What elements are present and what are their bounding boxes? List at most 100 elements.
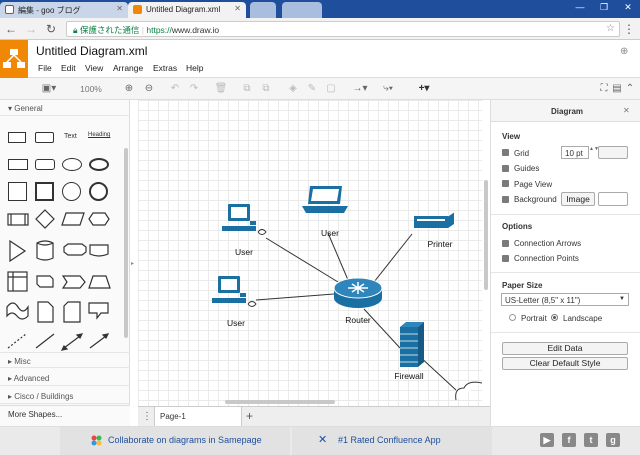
section-advanced[interactable]: ▸ Advanced xyxy=(0,370,130,386)
label-user-bottom[interactable]: User xyxy=(211,318,261,328)
browser-tab-blank[interactable] xyxy=(282,2,322,18)
section-label: General xyxy=(14,104,43,113)
page-tab[interactable]: Page-1 xyxy=(154,407,242,426)
shape-process[interactable] xyxy=(8,159,28,170)
close-panel-icon[interactable]: ✕ xyxy=(623,106,630,115)
page-view-checkbox[interactable] xyxy=(502,180,509,187)
more-shapes-button[interactable]: More Shapes... xyxy=(0,405,130,426)
grid-size-input[interactable]: 10 pt xyxy=(561,146,589,159)
youtube-icon[interactable]: ▶ xyxy=(540,433,554,447)
undo-icon[interactable]: ↶ xyxy=(168,82,182,96)
zoom-in-icon[interactable]: ⊕ xyxy=(122,82,136,96)
label-user-top[interactable]: User xyxy=(305,228,355,238)
shape-rectangle[interactable] xyxy=(8,132,26,143)
label-printer[interactable]: Printer xyxy=(415,239,465,249)
menu-extras[interactable]: Extras xyxy=(153,63,177,73)
guides-checkbox[interactable] xyxy=(502,165,509,172)
connection-style-icon[interactable]: →▾ xyxy=(349,82,371,96)
browser-tab-drawio[interactable]: Untitled Diagram.xml ✕ xyxy=(128,2,246,18)
chrome-menu-icon[interactable]: ⋮ xyxy=(622,22,636,36)
fullscreen-icon[interactable]: ⛶ xyxy=(598,82,610,96)
grid-color-button[interactable] xyxy=(598,146,628,159)
close-tab-icon[interactable]: ✕ xyxy=(116,4,123,13)
shape-square-bold[interactable] xyxy=(35,182,54,201)
shadow-icon[interactable]: ▢ xyxy=(324,82,338,96)
section-cisco-buildings[interactable]: ▸ Cisco / Buildings xyxy=(0,388,130,404)
close-tab-icon[interactable]: ✕ xyxy=(234,4,241,13)
url-field[interactable]: 🔒︎ 保護された通信 | https://www.draw.io ☆ xyxy=(66,21,620,37)
confluence-promo[interactable]: ✕ #1 Rated Confluence App xyxy=(292,427,492,455)
label-router[interactable]: Router xyxy=(333,315,383,325)
section-misc[interactable]: ▸ Misc xyxy=(0,352,130,368)
shape-rounded-process[interactable] xyxy=(35,159,55,170)
bookmark-star-icon[interactable]: ☆ xyxy=(606,23,615,34)
to-back-icon[interactable]: ⧉ xyxy=(259,82,273,96)
document-title[interactable]: Untitled Diagram.xml xyxy=(36,44,147,58)
forward-icon[interactable]: → xyxy=(24,22,38,36)
shape-circle-bold[interactable] xyxy=(89,182,108,201)
facebook-icon[interactable]: f xyxy=(562,433,576,447)
insert-icon[interactable]: +▾ xyxy=(413,82,435,96)
fill-color-icon[interactable]: ◈ xyxy=(286,82,300,96)
grid-checkbox[interactable] xyxy=(502,149,509,156)
twitter-icon[interactable]: t xyxy=(584,433,598,447)
browser-tab-goo[interactable]: 編集 - goo ブログ ✕ xyxy=(0,2,128,18)
add-page-icon[interactable]: + xyxy=(246,409,253,423)
section-general[interactable]: ▾ General xyxy=(0,100,130,116)
background-color-button[interactable] xyxy=(598,192,628,206)
google-plus-icon[interactable]: g xyxy=(606,433,620,447)
minimize-window-icon[interactable]: — xyxy=(568,0,592,15)
format-panel-icon[interactable]: ▤ xyxy=(611,82,623,96)
shape-text[interactable]: Text xyxy=(64,133,77,140)
menu-arrange[interactable]: Arrange xyxy=(113,63,143,73)
menu-help[interactable]: Help xyxy=(186,63,203,73)
connection-arrows-checkbox[interactable] xyxy=(502,240,509,247)
workstation-icon xyxy=(222,204,267,235)
redo-icon[interactable]: ↷ xyxy=(187,82,201,96)
panel-splitter-handle[interactable]: ▸ xyxy=(131,260,134,267)
line-color-icon[interactable]: ✎ xyxy=(305,82,319,96)
paper-size-select[interactable]: US-Letter (8,5" x 11") ▼ xyxy=(501,293,629,306)
collapse-icon[interactable]: ⌃ xyxy=(624,82,636,96)
shape-rounded-rectangle[interactable] xyxy=(35,132,54,143)
portrait-radio[interactable] xyxy=(509,314,516,321)
menu-edit[interactable]: Edit xyxy=(61,63,76,73)
samepage-promo[interactable]: Collaborate on diagrams in Samepage xyxy=(60,427,290,455)
zoom-dropdown[interactable]: 100% xyxy=(74,82,108,96)
delete-icon[interactable]: 🗑︎ xyxy=(214,82,228,96)
confluence-label: #1 Rated Confluence App xyxy=(338,435,441,445)
back-icon[interactable]: ← xyxy=(4,22,18,36)
label-firewall[interactable]: Firewall xyxy=(384,371,434,381)
to-front-icon[interactable]: ⧉ xyxy=(240,82,254,96)
canvas-vertical-scrollbar[interactable] xyxy=(484,180,488,290)
canvas-horizontal-scrollbar[interactable] xyxy=(225,400,335,404)
new-tab-button[interactable] xyxy=(250,2,276,18)
maximize-window-icon[interactable]: ❐ xyxy=(592,0,616,15)
shape-square[interactable] xyxy=(8,182,27,201)
shape-ellipse[interactable] xyxy=(62,158,82,171)
shape-circle[interactable] xyxy=(62,182,81,201)
shapes-scrollbar[interactable] xyxy=(124,148,128,338)
zoom-out-icon[interactable]: ⊖ xyxy=(142,82,156,96)
close-window-icon[interactable]: ✕ xyxy=(616,0,640,15)
shape-diamond xyxy=(35,209,55,229)
edit-data-button[interactable]: Edit Data xyxy=(502,342,628,355)
chevron-down-icon: ▼ xyxy=(619,296,625,302)
format-panel-toggle-icon[interactable]: ▣▾ xyxy=(38,82,60,96)
image-button[interactable]: Image xyxy=(561,192,595,206)
shape-ellipse-bold[interactable] xyxy=(89,158,109,171)
menu-file[interactable]: File xyxy=(38,63,52,73)
label-user-left[interactable]: User xyxy=(219,247,269,257)
pages-menu-icon[interactable]: ⋮ xyxy=(142,411,152,422)
grid-size-stepper[interactable]: ▲▼ xyxy=(589,146,599,159)
menu-view[interactable]: View xyxy=(85,63,103,73)
landscape-radio[interactable] xyxy=(551,314,558,321)
reload-icon[interactable]: ↻ xyxy=(44,22,58,36)
background-checkbox[interactable] xyxy=(502,196,509,203)
shape-heading[interactable]: Heading xyxy=(88,132,110,138)
language-globe-icon[interactable]: ⊕ xyxy=(620,46,628,57)
waypoints-icon[interactable]: ⤷▾ xyxy=(377,82,399,96)
clear-default-style-button[interactable]: Clear Default Style xyxy=(502,357,628,370)
connection-points-checkbox[interactable] xyxy=(502,255,509,262)
diagram-canvas[interactable]: User User Printer User Router Firewall xyxy=(138,100,482,406)
